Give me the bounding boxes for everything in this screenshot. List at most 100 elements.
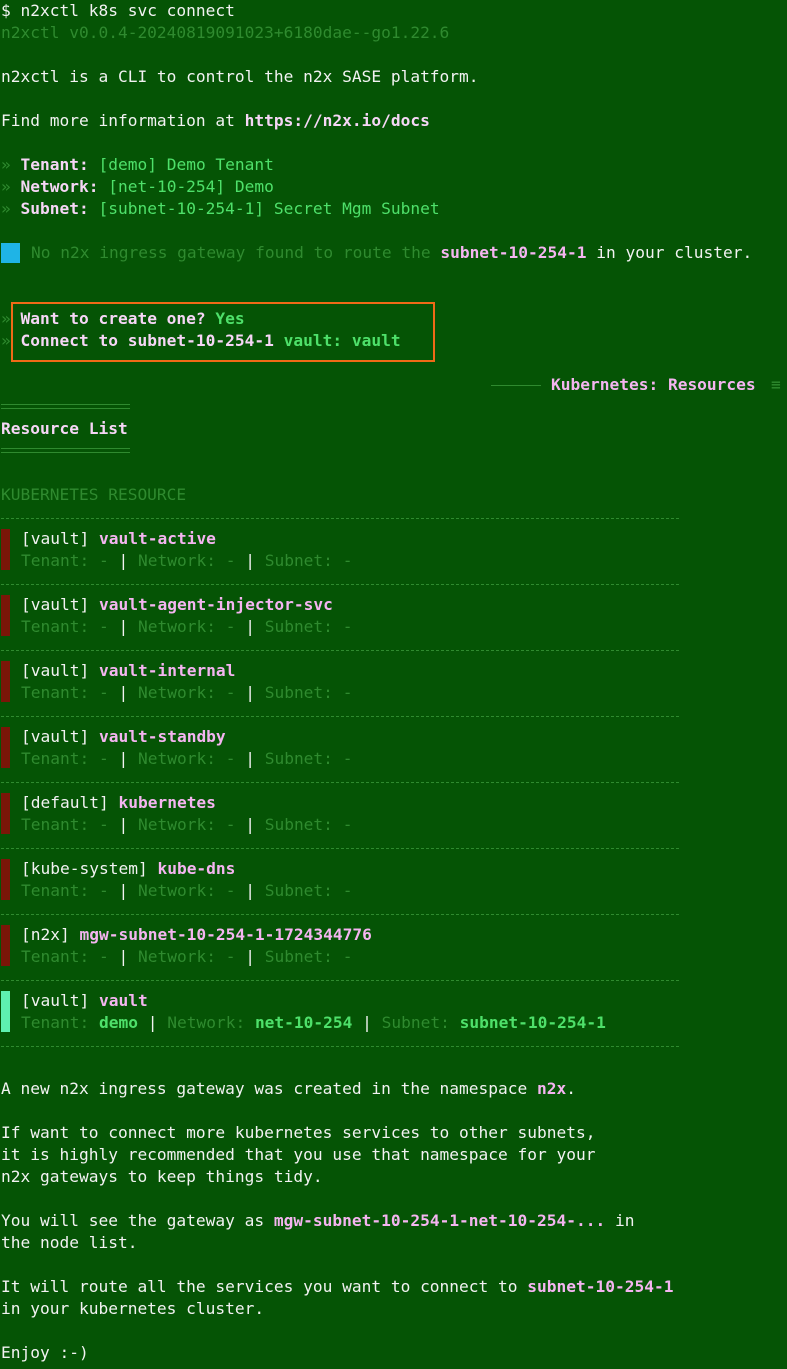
separator: | xyxy=(362,1013,372,1032)
resource-meta: Tenant: - | Network: - | Subnet: - xyxy=(21,814,352,836)
network-value: - xyxy=(225,617,236,636)
resource-name: kubernetes xyxy=(118,793,216,812)
notice-subnet: subnet-10-254-1 xyxy=(440,243,587,262)
outro-text: A new n2x ingress gateway was created in… xyxy=(1,1079,538,1098)
divider xyxy=(1,980,679,981)
separator: | xyxy=(245,617,255,636)
separator: | xyxy=(245,551,255,570)
connect-question: Connect to subnet-10-254-1 xyxy=(20,331,274,350)
resource-namespace: [vault] xyxy=(21,529,90,548)
tenant-value: [demo] Demo Tenant xyxy=(98,155,274,174)
tenant-label: Tenant: xyxy=(21,683,90,702)
tenant-value: - xyxy=(98,617,109,636)
subnet-value: - xyxy=(342,617,353,636)
title-rule-bottom xyxy=(1,448,130,453)
outro-line-7: It will route all the services you want … xyxy=(1,1276,673,1298)
network-value: - xyxy=(225,551,236,570)
status-bar xyxy=(1,595,10,636)
divider xyxy=(1,914,679,915)
info-icon xyxy=(1,243,20,263)
divider xyxy=(1,584,679,585)
outro-line-5: You will see the gateway as mgw-subnet-1… xyxy=(1,1210,635,1232)
subnet-name: subnet-10-254-1 xyxy=(527,1277,674,1296)
docs-link[interactable]: https://n2x.io/docs xyxy=(245,111,430,130)
menu-icon[interactable]: ≡ xyxy=(771,374,781,396)
outro-line-1: A new n2x ingress gateway was created in… xyxy=(1,1078,576,1100)
resource-namespace: [vault] xyxy=(21,727,90,746)
tenant-label: Tenant: xyxy=(21,749,90,768)
subnet-label: Subnet: xyxy=(20,199,89,218)
resource-meta: Tenant: - | Network: - | Subnet: - xyxy=(21,748,352,770)
outro-line-2: If want to connect more kubernetes servi… xyxy=(1,1123,596,1142)
divider xyxy=(1,650,679,651)
tenant-label: Tenant: xyxy=(21,947,90,966)
list-item[interactable]: [vault] vault-active xyxy=(21,528,216,550)
separator: | xyxy=(245,683,255,702)
list-title: Resource List xyxy=(1,419,128,438)
notice-suffix: in your cluster. xyxy=(586,243,753,262)
separator: | xyxy=(118,881,129,900)
connect-answer[interactable]: vault: vault xyxy=(284,331,401,350)
tenant-label: Tenant: xyxy=(21,617,90,636)
network-label: Network: xyxy=(137,617,216,636)
network-label: Network: xyxy=(137,815,216,834)
resource-meta: Tenant: - | Network: - | Subnet: - xyxy=(21,616,352,638)
title-rule-top xyxy=(1,404,130,409)
subnet-label: Subnet: xyxy=(264,881,333,900)
separator: | xyxy=(118,947,129,966)
subnet-value: - xyxy=(342,749,353,768)
resource-namespace: [vault] xyxy=(21,991,90,1010)
tenant-label: Tenant: xyxy=(20,155,89,174)
tenant-value: - xyxy=(98,749,109,768)
list-item[interactable]: [vault] vault-standby xyxy=(21,726,226,748)
network-value: [net-10-254] Demo xyxy=(108,177,274,196)
gateway-name: mgw-subnet-10-254-1-net-10-254-... xyxy=(273,1211,606,1230)
resource-meta: Tenant: demo | Network: net-10-254 | Sub… xyxy=(21,1012,606,1034)
separator: | xyxy=(118,551,129,570)
network-value: - xyxy=(225,683,236,702)
resource-name: vault xyxy=(98,991,148,1010)
list-item[interactable]: [vault] vault xyxy=(21,990,148,1012)
network-label: Network: xyxy=(20,177,99,196)
resource-name: vault-agent-injector-svc xyxy=(98,595,333,614)
tenant-label: Tenant: xyxy=(21,815,90,834)
create-answer[interactable]: Yes xyxy=(215,309,244,328)
resource-meta: Tenant: - | Network: - | Subnet: - xyxy=(21,682,352,704)
list-item[interactable]: [kube-system] kube-dns xyxy=(21,858,235,880)
tenant-label: Tenant: xyxy=(21,881,90,900)
network-line: » Network: [net-10-254] Demo xyxy=(1,176,274,198)
network-label: Network: xyxy=(167,1013,246,1032)
resource-meta: Tenant: - | Network: - | Subnet: - xyxy=(21,946,352,968)
tenant-value: - xyxy=(98,551,109,570)
version-text: n2xctl v0.0.4-20240819091023+6180dae--go… xyxy=(1,23,450,42)
status-bar xyxy=(1,859,10,900)
subnet-value: [subnet-10-254-1] Secret Mgm Subnet xyxy=(98,199,440,218)
resource-name: mgw-subnet-10-254-1-1724344776 xyxy=(79,925,372,944)
subnet-label: Subnet: xyxy=(264,551,333,570)
tenant-value: - xyxy=(98,815,109,834)
outro-line-3: it is highly recommended that you use th… xyxy=(1,1145,596,1164)
command-line: $ n2xctl k8s svc connect xyxy=(1,0,235,22)
list-item[interactable]: [n2x] mgw-subnet-10-254-1-1724344776 xyxy=(21,924,372,946)
separator: | xyxy=(245,881,255,900)
outro-text: . xyxy=(566,1079,577,1098)
separator: | xyxy=(245,947,255,966)
network-label: Network: xyxy=(137,749,216,768)
notice-prefix: No n2x ingress gateway found to route th… xyxy=(31,243,441,262)
subnet-value: - xyxy=(342,551,353,570)
list-item[interactable]: [vault] vault-internal xyxy=(21,660,235,682)
section-rule xyxy=(491,385,541,386)
network-label: Network: xyxy=(137,947,216,966)
outro-text: You will see the gateway as xyxy=(1,1211,274,1230)
prompt-symbol: $ xyxy=(1,1,11,20)
tenant-line: » Tenant: [demo] Demo Tenant xyxy=(1,154,274,176)
subnet-label: Subnet: xyxy=(264,947,333,966)
separator: | xyxy=(118,749,129,768)
resource-name: kube-dns xyxy=(157,859,236,878)
separator: | xyxy=(245,815,255,834)
divider xyxy=(1,716,679,717)
subnet-label: Subnet: xyxy=(264,617,333,636)
section-title: Kubernetes: Resources xyxy=(551,375,756,394)
list-item[interactable]: [default] kubernetes xyxy=(21,792,216,814)
list-item[interactable]: [vault] vault-agent-injector-svc xyxy=(21,594,333,616)
